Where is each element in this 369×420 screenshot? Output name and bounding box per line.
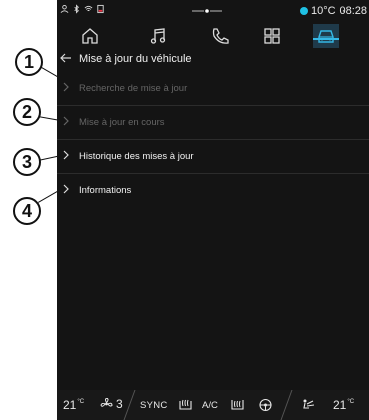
climate-bar: 21 °C 3 SYNC A/C 21 °C xyxy=(57,390,369,420)
temperature-value: 10°C xyxy=(311,5,336,17)
menu-item-update-history[interactable]: Historique des mises à jour xyxy=(57,140,369,174)
menu-item-informations[interactable]: Informations xyxy=(57,174,369,207)
nav-apps[interactable] xyxy=(259,24,285,48)
menu-item-search-update[interactable]: Recherche de mise à jour xyxy=(57,72,369,106)
home-icon xyxy=(82,28,98,44)
steering-heat-button[interactable] xyxy=(257,398,274,412)
right-temp-unit: °C xyxy=(347,399,355,405)
chevron-right-icon xyxy=(62,116,72,126)
car-icon xyxy=(318,30,334,43)
fan-speed[interactable]: 3 xyxy=(98,397,123,411)
climate-separator xyxy=(123,390,136,420)
rear-defrost-button[interactable] xyxy=(177,398,194,412)
callout-4: 4 xyxy=(13,197,41,225)
nav-music[interactable] xyxy=(145,24,171,48)
sync-button[interactable]: SYNC xyxy=(140,400,168,411)
fan-icon xyxy=(100,397,113,407)
clock: 08:28 xyxy=(339,5,367,17)
nav-home[interactable] xyxy=(77,24,103,48)
air-distribution-button[interactable] xyxy=(299,398,316,412)
update-menu: Recherche de mise à jour Mise à jour en … xyxy=(57,72,369,207)
back-button[interactable] xyxy=(60,52,72,66)
callout-1: 1 xyxy=(15,48,43,76)
air-distribution-icon xyxy=(303,399,315,409)
ac-button[interactable]: A/C xyxy=(202,400,218,411)
chevron-right-icon xyxy=(62,82,72,92)
heated-seat-icon xyxy=(231,400,244,410)
chevron-right-icon xyxy=(62,150,72,160)
wifi-icon xyxy=(84,5,93,12)
menu-item-label: Recherche de mise à jour xyxy=(79,83,188,94)
nav-phone[interactable] xyxy=(207,24,233,48)
page-indicator-icon xyxy=(192,9,222,13)
rear-defrost-icon xyxy=(179,399,192,410)
nav-active-indicator xyxy=(313,38,339,40)
menu-item-label: Mise à jour en cours xyxy=(79,117,165,128)
user-icon xyxy=(60,4,69,13)
menu-item-update-in-progress[interactable]: Mise à jour en cours xyxy=(57,106,369,140)
left-temperature[interactable]: 21 °C xyxy=(63,398,84,412)
page-title: Mise à jour du véhicule xyxy=(79,53,192,65)
status-icons xyxy=(60,4,105,14)
weather-icon xyxy=(300,7,308,15)
menu-item-label: Historique des mises à jour xyxy=(79,151,194,162)
right-temp-value: 21 xyxy=(333,398,347,412)
nav-vehicle[interactable] xyxy=(313,24,339,48)
seat-heat-button[interactable] xyxy=(229,398,246,412)
chevron-right-icon xyxy=(62,184,72,194)
page-header: Mise à jour du véhicule xyxy=(57,50,369,70)
music-icon xyxy=(150,28,166,44)
right-temperature[interactable]: 21 °C xyxy=(333,398,354,412)
bluetooth-icon xyxy=(74,4,79,14)
fan-speed-value: 3 xyxy=(116,397,123,411)
callout-3: 3 xyxy=(13,148,41,176)
phone-battery-icon xyxy=(97,4,104,14)
apps-icon xyxy=(264,28,280,44)
climate-separator xyxy=(280,390,293,420)
phone-icon xyxy=(212,28,229,44)
callout-2: 2 xyxy=(13,98,41,126)
heated-steering-icon xyxy=(259,398,272,412)
main-nav xyxy=(57,20,369,50)
back-arrow-icon xyxy=(60,53,71,63)
outside-temperature: 10°C · xyxy=(300,5,345,17)
left-temp-value: 21 xyxy=(63,398,77,412)
multimedia-screen: 10°C · 08:28 Mise à jour du véhicule Rec… xyxy=(57,0,369,420)
menu-item-label: Informations xyxy=(79,185,132,196)
left-temp-unit: °C xyxy=(77,399,85,405)
status-bar: 10°C · 08:28 xyxy=(57,0,369,20)
